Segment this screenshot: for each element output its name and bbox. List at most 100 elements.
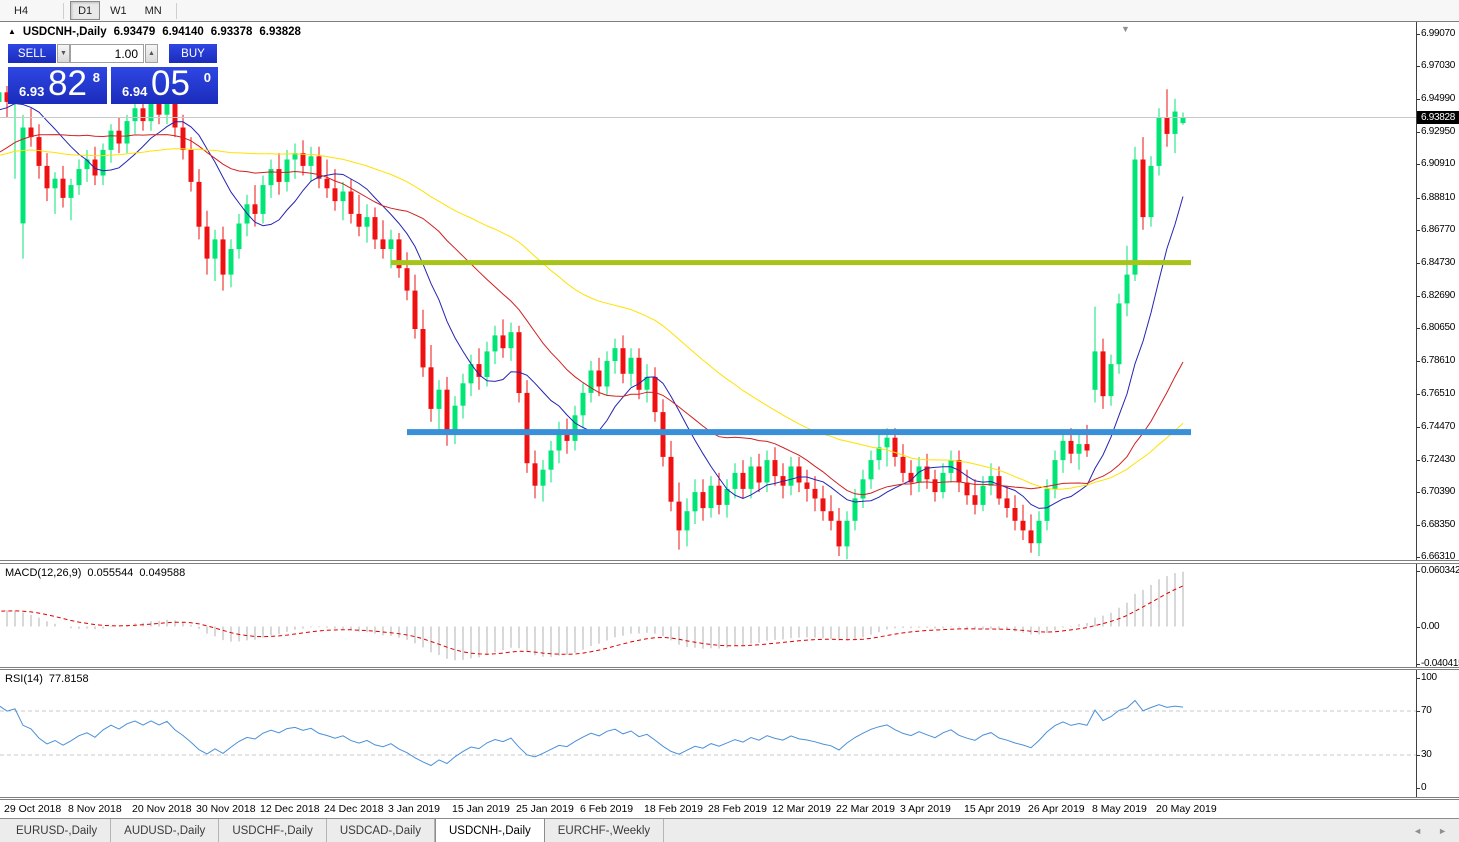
one-click-collapse-icon[interactable]: ▲ <box>8 27 16 36</box>
macd-label: MACD(12,26,9) 0.055544 0.049588 <box>5 567 186 579</box>
macd-pane: 0.0603420.00-0.040415 MACD(12,26,9) 0.05… <box>0 564 1459 669</box>
sell-price-prefix: 6.93 <box>19 84 45 99</box>
rsi-tick-label: 100 <box>1421 672 1437 683</box>
date-tick-label: 6 Feb 2019 <box>580 803 634 815</box>
price-tick-mark <box>1417 99 1420 100</box>
macd-axis: 0.0603420.00-0.040415 <box>1416 564 1459 669</box>
price-tick-mark <box>1417 492 1420 493</box>
tab-audusd-daily[interactable]: AUDUSD-,Daily <box>111 819 220 842</box>
rsi-tick-mark <box>1417 788 1420 789</box>
price-tick-label: 6.99070 <box>1421 28 1456 39</box>
period-button-w1[interactable]: W1 <box>102 1 135 20</box>
price-tick-mark <box>1417 34 1420 35</box>
price-tick-label: 6.80650 <box>1421 322 1456 333</box>
date-tick-label: 18 Feb 2019 <box>644 803 703 815</box>
price-tick-mark <box>1417 296 1420 297</box>
tab-eurusd-daily[interactable]: EURUSD-,Daily <box>3 819 112 842</box>
tab-eurchf-weekly[interactable]: EURCHF-,Weekly <box>545 819 665 842</box>
price-tick-label: 6.76510 <box>1421 388 1456 399</box>
date-tick-label: 26 Apr 2019 <box>1028 803 1085 815</box>
price-tick-mark <box>1417 132 1420 133</box>
time-axis[interactable]: 29 Oct 2018 8 Nov 2018 20 Nov 2018 30 Nov 2… <box>0 800 1459 818</box>
period-toolbar: H4 D1 W1 MN <box>0 0 1459 21</box>
tab-usdchf-daily[interactable]: USDCHF-,Daily <box>219 819 327 842</box>
main-chart-pane: 6.99070 6.97030 6.94990 6.92950 6.90910 6.888… <box>0 22 1459 562</box>
price-tick-label: 6.86770 <box>1421 224 1456 235</box>
moving-average-line <box>0 148 1184 490</box>
sell-button[interactable]: SELL <box>8 44 56 63</box>
price-tick-label: 6.82690 <box>1421 290 1456 301</box>
price-tick-mark <box>1417 263 1420 264</box>
rsi-label: RSI(14) 77.8158 <box>5 673 89 685</box>
buy-price-pip: 0 <box>203 70 211 85</box>
price-tick-label: 6.84730 <box>1421 257 1456 268</box>
rsi-value: 77.8158 <box>48 673 89 685</box>
tab-scroll-right-icon[interactable]: ► <box>1438 826 1447 836</box>
price-tick-label: 6.74470 <box>1421 421 1456 432</box>
sell-price-big: 82 <box>48 64 87 103</box>
price-tick-mark <box>1417 198 1420 199</box>
price-axis[interactable]: 6.99070 6.97030 6.94990 6.92950 6.90910 6.888… <box>1416 22 1459 562</box>
date-tick-label: 12 Dec 2018 <box>260 803 320 815</box>
macd-tick-mark <box>1417 664 1420 665</box>
chart-symbol-label: USDCNH-,Daily <box>22 26 107 38</box>
autoscroll-marker-icon: ▼ <box>1121 24 1130 34</box>
buy-price-prefix: 6.94 <box>122 84 148 99</box>
volume-up-icon[interactable]: ▲ <box>145 44 158 63</box>
ohlc-close: 6.93828 <box>259 26 301 38</box>
sell-quote-box[interactable]: 6.93 82 8 <box>8 64 107 104</box>
price-tick-mark <box>1417 525 1420 526</box>
date-tick-label: 25 Jan 2019 <box>516 803 574 815</box>
price-tick-mark <box>1417 394 1420 395</box>
date-tick-label: 8 May 2019 <box>1092 803 1147 815</box>
horizontal-line-object[interactable] <box>391 260 1191 266</box>
buy-quote-box[interactable]: 6.94 05 0 <box>111 64 218 104</box>
period-button-h4[interactable]: H4 <box>6 1 36 20</box>
current-price-tag: 6.93828 <box>1417 111 1459 124</box>
ohlc-low: 6.93378 <box>210 26 253 38</box>
tab-scroll-left-icon[interactable]: ◄ <box>1413 826 1422 836</box>
ohlc-open: 6.93479 <box>113 26 156 38</box>
date-tick-label: 20 Nov 2018 <box>132 803 192 815</box>
price-tick-label: 6.88810 <box>1421 192 1456 203</box>
horizontal-line-object[interactable] <box>407 429 1191 436</box>
period-button-mn[interactable]: MN <box>137 1 170 20</box>
volume-input[interactable]: 1.00 <box>70 44 144 63</box>
rsi-canvas[interactable] <box>0 670 1416 797</box>
volume-dropdown-icon[interactable]: ▼ <box>57 44 70 63</box>
price-tick-mark <box>1417 557 1420 558</box>
macd-canvas[interactable] <box>0 564 1416 667</box>
price-tick-label: 6.68350 <box>1421 519 1456 530</box>
price-tick-mark <box>1417 164 1420 165</box>
price-tick-label: 6.78610 <box>1421 355 1456 366</box>
date-tick-label: 3 Jan 2019 <box>388 803 440 815</box>
buy-price-big: 05 <box>151 64 190 103</box>
date-tick-label: 3 Apr 2019 <box>900 803 951 815</box>
price-tick-label: 6.92950 <box>1421 126 1456 137</box>
sell-price-pip: 8 <box>92 70 100 85</box>
chart-window: 6.99070 6.97030 6.94990 6.92950 6.90910 6.888… <box>0 22 1459 818</box>
ohlc-high: 6.94140 <box>162 26 204 38</box>
date-tick-label: 20 May 2019 <box>1156 803 1217 815</box>
macd-tick-label: 0.00 <box>1421 621 1440 632</box>
buy-button[interactable]: BUY <box>169 44 217 63</box>
date-tick-label: 29 Oct 2018 <box>4 803 62 815</box>
price-tick-label: 6.70390 <box>1421 486 1456 497</box>
date-tick-label: 15 Jan 2019 <box>452 803 510 815</box>
chart-tabbar: EURUSD-,Daily AUDUSD-,Daily USDCHF-,Daily U… <box>0 818 1459 842</box>
period-button-d1[interactable]: D1 <box>70 1 101 20</box>
moving-average-line <box>0 134 1184 496</box>
rsi-tick-mark <box>1417 755 1420 756</box>
date-tick-label: 24 Dec 2018 <box>324 803 384 815</box>
tab-usdcad-daily[interactable]: USDCAD-,Daily <box>327 819 435 842</box>
price-tick-mark <box>1417 230 1420 231</box>
rsi-tick-mark <box>1417 678 1420 679</box>
tab-usdcnh-daily[interactable]: USDCNH-,Daily <box>434 819 545 842</box>
rsi-tick-label: 70 <box>1421 705 1432 716</box>
toolbar-divider <box>175 2 177 19</box>
one-click-trade-panel: SELL ▼ 1.00 ▲ BUY 6.93 82 8 6.94 05 0 <box>8 44 222 104</box>
date-tick-label: 22 Mar 2019 <box>836 803 895 815</box>
date-tick-label: 8 Nov 2018 <box>68 803 122 815</box>
macd-tick-mark <box>1417 571 1420 572</box>
chart-header: ▲ USDCNH-,Daily 6.93479 6.94140 6.93378 … <box>8 26 301 38</box>
